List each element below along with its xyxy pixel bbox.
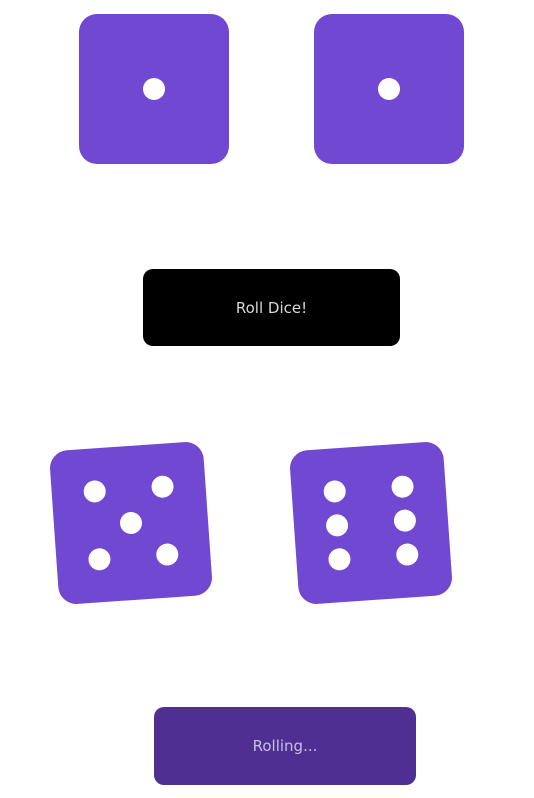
die-pip [325,513,349,538]
rolling-button[interactable]: Rolling... [154,707,416,785]
die-pip [150,475,175,499]
die-pip [119,511,143,535]
die-pip [143,78,165,100]
bottom-left-die [48,440,214,606]
die-pip [83,479,107,504]
die-pip [323,479,347,504]
die-pip [390,475,415,499]
roll-dice-button[interactable]: Roll Dice! [143,269,400,346]
die-pip [327,547,352,571]
die-pip [155,542,179,567]
die-pip [393,508,417,533]
rolling-button-label: Rolling... [252,737,318,755]
bottom-right-die [288,440,454,606]
top-right-die [314,14,464,164]
roll-dice-button-label: Roll Dice! [235,298,308,317]
die-pip [395,542,419,567]
die-pip [378,78,400,100]
die-pip [87,547,112,571]
top-left-die [79,14,229,164]
dice-roller-app: Roll Dice! Rolling... [0,0,534,798]
